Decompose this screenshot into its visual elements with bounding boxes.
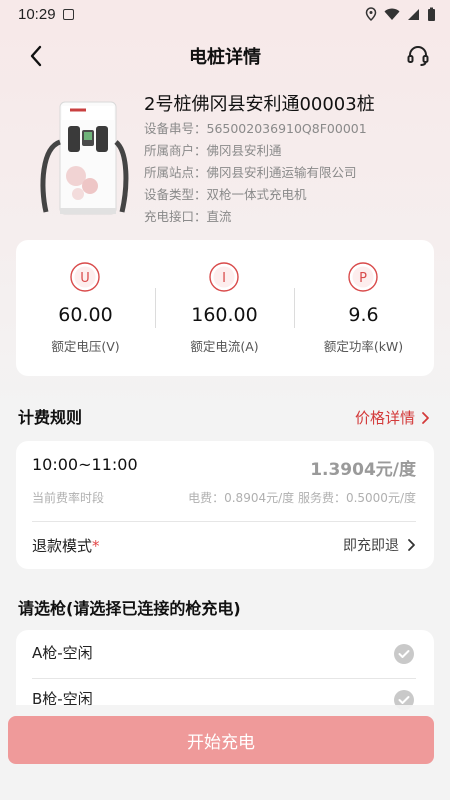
current-value: 160.00 bbox=[191, 304, 258, 326]
refund-mode-text: 退款模式 bbox=[32, 537, 93, 555]
chevron-left-icon bbox=[30, 45, 42, 67]
fee-breakdown: 电费：0.8904元/度 服务费：0.5000元/度 bbox=[188, 491, 416, 505]
spec-card: U 60.00 额定电压(V) I 160.00 额定电流(A) P 9.6 额… bbox=[16, 240, 434, 376]
headset-icon bbox=[407, 46, 429, 66]
refund-mode-selector[interactable]: 即充即退 bbox=[343, 535, 416, 555]
power-label: 额定功率(kW) bbox=[323, 339, 404, 354]
page-title: 电桩详情 bbox=[189, 47, 261, 68]
back-button[interactable] bbox=[22, 42, 50, 70]
current-icon: I bbox=[209, 262, 239, 292]
gun-a-label[interactable]: A枪-空闲 bbox=[32, 642, 93, 663]
power-icon-glyph: P bbox=[359, 271, 367, 286]
current-period-label: 当前费率时段 bbox=[32, 491, 105, 505]
device-name: 2号桩佛冈县安利通00003桩 bbox=[144, 94, 375, 115]
billing-title: 计费规则 bbox=[18, 408, 83, 427]
voltage-icon-glyph: U bbox=[80, 271, 90, 286]
device-station: 所属站点：佛冈县安利通运输有限公司 bbox=[144, 165, 357, 180]
charger-image bbox=[40, 101, 129, 215]
gun-select-title: 请选枪(请选择已连接的枪充电) bbox=[18, 599, 241, 618]
required-mark: * bbox=[92, 537, 100, 555]
billing-period: 10:00~11:00 bbox=[32, 455, 138, 474]
gun-divider bbox=[32, 678, 416, 679]
price-detail-label: 价格详情 bbox=[354, 409, 415, 427]
support-button[interactable] bbox=[404, 42, 432, 70]
spec-power: P 9.6 额定功率(kW) bbox=[294, 240, 433, 376]
screenshot-icon bbox=[62, 8, 74, 20]
billing-card: 10:00~11:00 1.3904元/度 当前费率时段 电费：0.8904元/… bbox=[16, 441, 434, 569]
battery-icon bbox=[428, 7, 435, 21]
signal-icon bbox=[408, 8, 419, 20]
chevron-right-icon bbox=[422, 411, 429, 424]
location-icon bbox=[365, 7, 377, 21]
billing-divider bbox=[32, 521, 416, 522]
device-type: 设备类型：双枪一体式充电机 bbox=[144, 187, 307, 202]
refund-mode-label: 退款模式* bbox=[32, 535, 100, 556]
spec-voltage: U 60.00 额定电压(V) bbox=[16, 240, 155, 376]
start-charging-button[interactable]: 开始充电 bbox=[8, 716, 434, 764]
current-label: 额定电流(A) bbox=[190, 339, 259, 354]
power-icon: P bbox=[348, 262, 378, 292]
status-time: 10:29 bbox=[18, 5, 56, 23]
voltage-value: 60.00 bbox=[58, 304, 113, 326]
price-detail-link[interactable]: 价格详情 bbox=[355, 407, 430, 428]
wifi-icon bbox=[384, 8, 400, 20]
device-interface: 充电接口：直流 bbox=[144, 209, 232, 224]
nav-bar: 电桩详情 bbox=[0, 28, 450, 84]
billing-price: 1.3904元/度 bbox=[310, 460, 416, 480]
check-icon[interactable] bbox=[394, 644, 414, 664]
spec-current: I 160.00 额定电流(A) bbox=[155, 240, 294, 376]
power-value: 9.6 bbox=[348, 304, 379, 326]
voltage-label: 额定电压(V) bbox=[51, 339, 120, 354]
voltage-icon: U bbox=[70, 262, 100, 292]
current-icon-glyph: I bbox=[222, 271, 226, 286]
device-serial: 设备串号：565002036910Q8F00001 bbox=[144, 121, 367, 136]
status-bar: 10:29 bbox=[0, 0, 450, 28]
device-summary: 2号桩佛冈县安利通00003桩 设备串号：565002036910Q8F0000… bbox=[18, 88, 438, 228]
chevron-right-icon bbox=[408, 539, 415, 551]
refund-mode-value: 即充即退 bbox=[343, 538, 399, 554]
device-merchant: 所属商户：佛冈县安利通 bbox=[144, 143, 282, 158]
